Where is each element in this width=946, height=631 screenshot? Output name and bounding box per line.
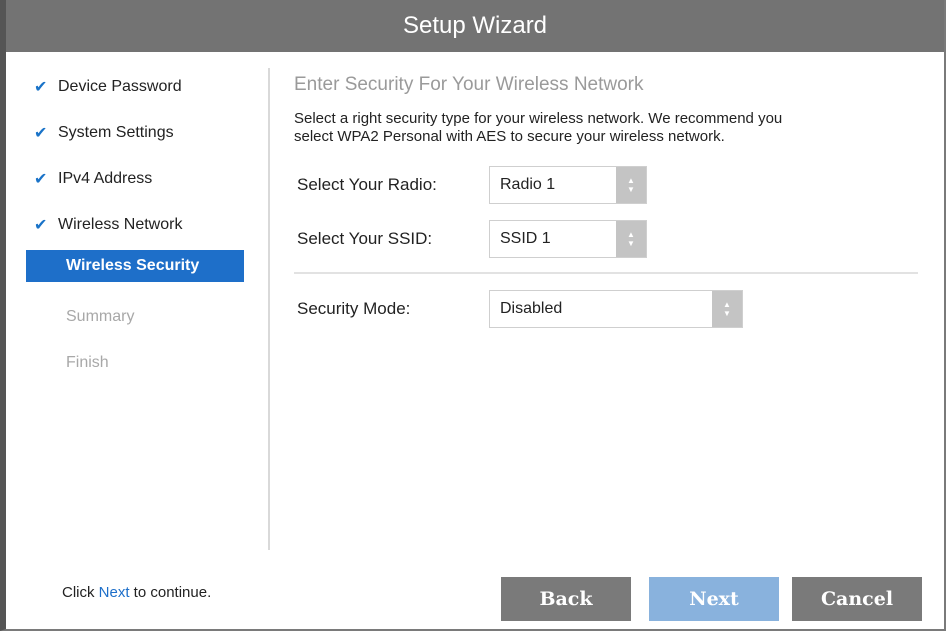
- description-line: select WPA2 Personal with AES to secure …: [294, 128, 725, 145]
- check-icon: ✔: [34, 217, 48, 234]
- security-mode-value: Disabled: [500, 300, 563, 317]
- step-wireless-network[interactable]: ✔ Wireless Network: [26, 202, 258, 248]
- up-down-spinner-icon[interactable]: ▲ ▼: [616, 167, 646, 203]
- check-icon: ✔: [34, 79, 48, 96]
- step-label: Finish: [66, 354, 109, 371]
- ssid-select[interactable]: SSID 1 ▲ ▼: [489, 220, 647, 258]
- footer-hint: Click Next to continue.: [62, 584, 211, 601]
- section-title: Enter Security For Your Wireless Network: [294, 74, 644, 95]
- footer-next-link[interactable]: Next: [99, 584, 130, 601]
- check-icon: ✔: [34, 125, 48, 142]
- setup-wizard-window: Setup Wizard ✔ Device Password ✔ System …: [0, 0, 946, 631]
- sidebar-divider: [268, 68, 270, 550]
- step-label: Summary: [66, 308, 135, 325]
- cancel-button[interactable]: Cancel: [792, 577, 922, 621]
- step-summary: Summary: [26, 294, 258, 340]
- security-mode-row: Security Mode: Disabled ▲ ▼: [294, 288, 918, 330]
- step-label: Wireless Network: [58, 216, 183, 233]
- radio-row: Select Your Radio: Radio 1 ▲ ▼: [294, 164, 918, 206]
- up-down-spinner-icon[interactable]: ▲ ▼: [616, 221, 646, 257]
- form-divider: [294, 272, 918, 274]
- step-label: Wireless Security: [66, 257, 200, 274]
- ssid-value: SSID 1: [500, 230, 551, 247]
- footer-hint-suffix: to continue.: [129, 584, 212, 601]
- window-title: Setup Wizard: [6, 0, 944, 52]
- step-wireless-security[interactable]: Wireless Security: [26, 250, 244, 282]
- step-label: Device Password: [58, 78, 182, 95]
- step-label: System Settings: [58, 124, 174, 141]
- ssid-row: Select Your SSID: SSID 1 ▲ ▼: [294, 218, 918, 260]
- step-device-password[interactable]: ✔ Device Password: [26, 64, 258, 110]
- step-finish: Finish: [26, 340, 258, 386]
- section-description: Select a right security type for your wi…: [294, 110, 918, 146]
- ssid-label: Select Your SSID:: [297, 229, 433, 248]
- radio-select[interactable]: Radio 1 ▲ ▼: [489, 166, 647, 204]
- step-ipv4-address[interactable]: ✔ IPv4 Address: [26, 156, 258, 202]
- step-label: IPv4 Address: [58, 170, 153, 187]
- security-mode-select[interactable]: Disabled ▲ ▼: [489, 290, 743, 328]
- wizard-steps-sidebar: ✔ Device Password ✔ System Settings ✔ IP…: [26, 64, 258, 386]
- next-button[interactable]: Next: [649, 577, 779, 621]
- step-system-settings[interactable]: ✔ System Settings: [26, 110, 258, 156]
- footer-hint-prefix: Click: [62, 584, 99, 601]
- description-line: Select a right security type for your wi…: [294, 110, 783, 127]
- radio-label: Select Your Radio:: [297, 175, 437, 194]
- back-button[interactable]: Back: [501, 577, 631, 621]
- check-icon: ✔: [34, 171, 48, 188]
- main-panel: Enter Security For Your Wireless Network…: [294, 74, 918, 342]
- up-down-spinner-icon[interactable]: ▲ ▼: [712, 291, 742, 327]
- security-mode-label: Security Mode:: [297, 299, 411, 318]
- radio-value: Radio 1: [500, 176, 556, 193]
